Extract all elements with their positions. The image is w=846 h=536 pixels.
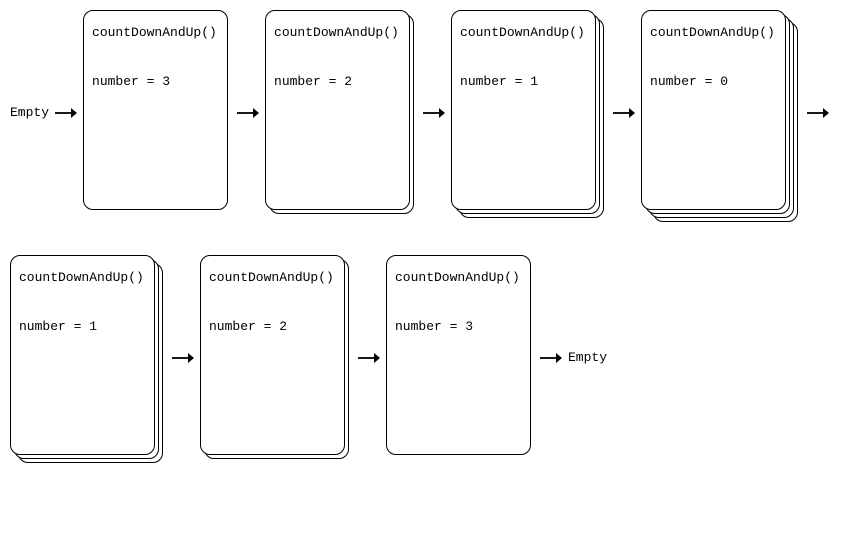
- call-stack: countDownAndUp() number = 2: [265, 10, 417, 215]
- stack-frame: countDownAndUp() number = 0: [641, 10, 786, 210]
- function-name: countDownAndUp(): [650, 25, 777, 40]
- stack-frame: countDownAndUp() number = 3: [83, 10, 228, 210]
- call-stack: countDownAndUp() number = 1: [10, 255, 166, 460]
- arrow-icon: [423, 107, 445, 119]
- function-name: countDownAndUp(): [274, 25, 401, 40]
- variable: number = 2: [274, 74, 401, 89]
- arrow-icon: [540, 352, 562, 364]
- call-stack: countDownAndUp() number = 1: [451, 10, 607, 215]
- call-stack: countDownAndUp() number = 3: [83, 10, 231, 215]
- arrow-icon: [613, 107, 635, 119]
- row-1: Empty countDownAndUp() number = 3 countD…: [10, 10, 836, 215]
- row-2: countDownAndUp() number = 1 countDownAnd…: [10, 255, 836, 460]
- call-stack: countDownAndUp() number = 2: [200, 255, 352, 460]
- variable: number = 3: [92, 74, 219, 89]
- empty-label-end: Empty: [568, 350, 607, 365]
- stack-frame: countDownAndUp() number = 1: [451, 10, 596, 210]
- stack-frame: countDownAndUp() number = 2: [200, 255, 345, 455]
- function-name: countDownAndUp(): [209, 270, 336, 285]
- function-name: countDownAndUp(): [92, 25, 219, 40]
- arrow-icon: [55, 107, 77, 119]
- variable: number = 1: [19, 319, 146, 334]
- function-name: countDownAndUp(): [395, 270, 522, 285]
- function-name: countDownAndUp(): [460, 25, 587, 40]
- arrow-icon: [172, 352, 194, 364]
- arrow-icon: [358, 352, 380, 364]
- variable: number = 2: [209, 319, 336, 334]
- call-stack: countDownAndUp() number = 3: [386, 255, 534, 460]
- variable: number = 0: [650, 74, 777, 89]
- empty-label-start: Empty: [10, 105, 49, 120]
- arrow-icon: [807, 107, 829, 119]
- variable: number = 3: [395, 319, 522, 334]
- call-stack: countDownAndUp() number = 0: [641, 10, 801, 215]
- stack-frame: countDownAndUp() number = 1: [10, 255, 155, 455]
- stack-frame: countDownAndUp() number = 3: [386, 255, 531, 455]
- function-name: countDownAndUp(): [19, 270, 146, 285]
- variable: number = 1: [460, 74, 587, 89]
- stack-frame: countDownAndUp() number = 2: [265, 10, 410, 210]
- arrow-icon: [237, 107, 259, 119]
